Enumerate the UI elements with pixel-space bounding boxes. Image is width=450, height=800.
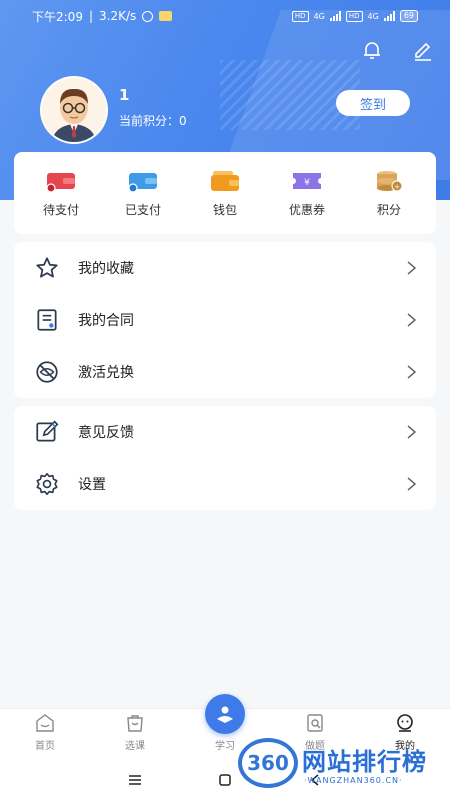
status-right: HD 4G HD 4G 69 bbox=[291, 10, 418, 22]
coupon-icon: ¥ bbox=[293, 172, 321, 189]
chevron-right-icon bbox=[407, 477, 417, 491]
menu-item-settings[interactable]: 设置 bbox=[14, 458, 436, 510]
avatar-illustration bbox=[42, 78, 106, 142]
menu-label: 激活兑换 bbox=[78, 365, 134, 381]
status-left: 下午2:09 | 3.2K/s bbox=[32, 8, 173, 25]
quick-label: 优惠券 bbox=[288, 202, 325, 217]
wallet-icon bbox=[211, 170, 239, 191]
menu-card-primary: 我的收藏 我的合同 激活兑换 bbox=[14, 242, 436, 398]
star-icon bbox=[36, 257, 58, 278]
activate-icon bbox=[36, 361, 58, 383]
edit-icon[interactable] bbox=[411, 38, 435, 62]
menu-card-secondary: 意见反馈 设置 bbox=[14, 406, 436, 510]
study-glyph bbox=[217, 706, 233, 723]
watermark-title: 网站排行榜 bbox=[302, 748, 427, 776]
menu-item-activate-redeem[interactable]: 激活兑换 bbox=[14, 346, 436, 398]
menu-lines-icon bbox=[129, 775, 141, 785]
menu-item-favorites[interactable]: 我的收藏 bbox=[14, 242, 436, 294]
quick-item-points[interactable]: + 积分 bbox=[351, 169, 427, 218]
quick-label: 已支付 bbox=[124, 202, 161, 217]
chevron-right-icon bbox=[407, 313, 417, 327]
menu-item-feedback[interactable]: 意见反馈 bbox=[14, 406, 436, 458]
coins-icon: + bbox=[377, 170, 403, 191]
nav-label: 首页 bbox=[35, 741, 55, 752]
quick-item-paid[interactable]: 已支付 bbox=[105, 169, 181, 218]
bell-icon[interactable] bbox=[360, 38, 384, 62]
avatar[interactable] bbox=[40, 76, 108, 144]
svg-text:+: + bbox=[394, 183, 400, 191]
home-icon bbox=[36, 714, 54, 732]
wallet-paid-icon bbox=[128, 172, 157, 193]
menu-label: 设置 bbox=[78, 477, 106, 493]
status-bar: 下午2:09 | 3.2K/s HD 4G HD 4G 69 bbox=[0, 0, 450, 32]
notification-icon bbox=[142, 10, 154, 22]
points-text: 当前积分：0 bbox=[119, 114, 187, 128]
watermark-url: ·WANGZHAN360.CN· bbox=[304, 776, 403, 785]
feedback-icon bbox=[36, 420, 59, 442]
wallet-pending-icon bbox=[46, 172, 75, 193]
status-speed: 3.2K/s bbox=[99, 9, 137, 23]
home-button[interactable] bbox=[215, 770, 235, 790]
study-icon bbox=[205, 694, 245, 734]
user-name: 1 bbox=[119, 86, 130, 104]
chevron-right-icon bbox=[407, 365, 417, 379]
nav-label: 选课 bbox=[125, 741, 145, 752]
course-select-icon bbox=[127, 715, 143, 732]
nav-label: 学习 bbox=[215, 741, 235, 752]
quick-item-wallet[interactable]: 钱包 bbox=[187, 169, 263, 218]
menu-item-contracts[interactable]: 我的合同 bbox=[14, 294, 436, 346]
quick-label: 钱包 bbox=[212, 202, 237, 217]
square-icon bbox=[219, 774, 231, 786]
gear-icon bbox=[36, 472, 58, 496]
quick-label: 积分 bbox=[376, 202, 401, 217]
quick-actions-card: 待支付 已支付 钱包 ¥ 优惠券 + 积分 bbox=[14, 152, 436, 234]
hd-badge-2: HD bbox=[345, 10, 363, 22]
menu-label: 我的合同 bbox=[78, 313, 134, 329]
network-label-1: 4G bbox=[313, 11, 325, 21]
menu-button[interactable] bbox=[125, 770, 145, 790]
status-time: 下午2:09 bbox=[32, 9, 83, 24]
app-notification-icon bbox=[159, 11, 173, 21]
battery-indicator: 69 bbox=[399, 10, 418, 22]
network-label-2: 4G bbox=[367, 11, 379, 21]
signal-icon-1 bbox=[329, 11, 341, 21]
checkin-button[interactable]: 签到 bbox=[336, 90, 410, 116]
chevron-right-icon bbox=[407, 425, 417, 439]
svg-text:¥: ¥ bbox=[304, 178, 310, 188]
signal-icon-2 bbox=[383, 11, 395, 21]
chevron-right-icon bbox=[407, 261, 417, 275]
profile-icon bbox=[397, 714, 413, 732]
quick-label: 待支付 bbox=[42, 202, 79, 217]
menu-label: 意见反馈 bbox=[78, 425, 134, 441]
contract-icon bbox=[37, 309, 57, 331]
hd-badge-1: HD bbox=[291, 10, 309, 22]
watermark: 360 网站排行榜 ·WANGZHAN360.CN· bbox=[238, 738, 448, 798]
watermark-logo: 360 bbox=[238, 738, 298, 788]
menu-label: 我的收藏 bbox=[78, 261, 134, 277]
quick-item-coupon[interactable]: ¥ 优惠券 bbox=[269, 169, 345, 218]
nav-item-course-select[interactable]: 选课 bbox=[90, 709, 180, 760]
nav-item-home[interactable]: 首页 bbox=[0, 709, 90, 760]
exercise-icon bbox=[307, 714, 323, 732]
quick-item-pending-payment[interactable]: 待支付 bbox=[23, 169, 99, 218]
